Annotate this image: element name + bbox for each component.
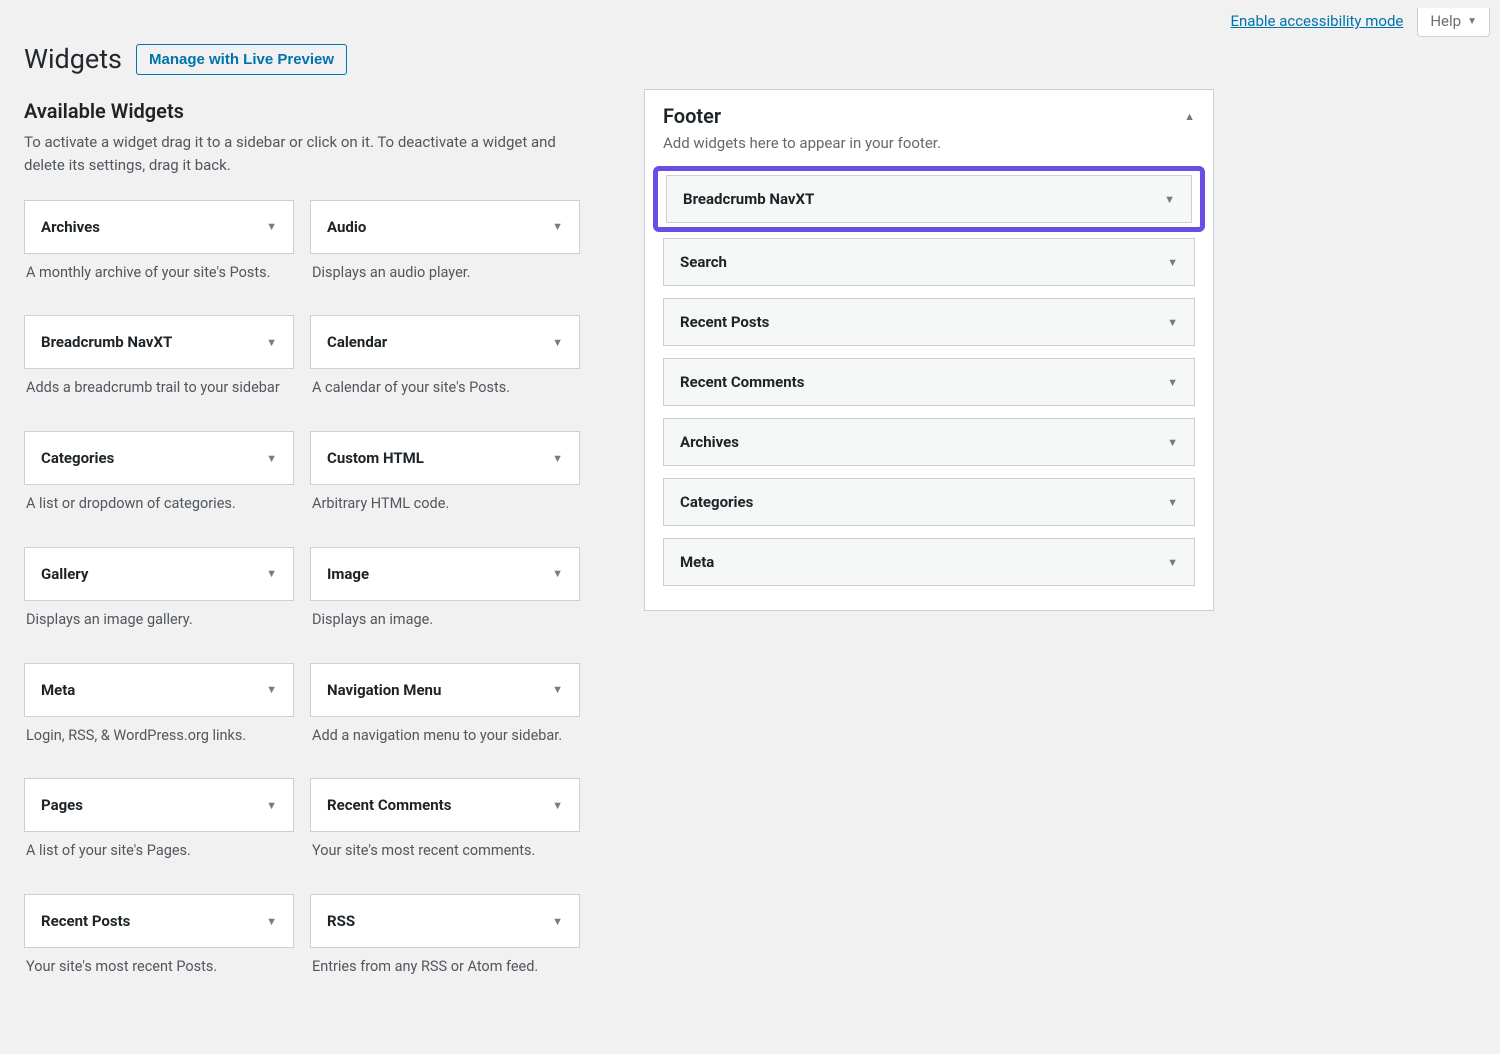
chevron-down-icon: ▼ xyxy=(1167,316,1178,329)
available-widget-image[interactable]: Image ▼ xyxy=(310,547,580,601)
available-widget-navigation-menu[interactable]: Navigation Menu ▼ xyxy=(310,663,580,717)
widget-description: Adds a breadcrumb trail to your sidebar xyxy=(26,377,292,399)
widget-name: Breadcrumb NavXT xyxy=(683,190,814,208)
widget-description: Entries from any RSS or Atom feed. xyxy=(312,956,578,978)
chevron-down-icon: ▼ xyxy=(266,220,277,233)
widget-name: Custom HTML xyxy=(327,449,424,467)
enable-accessibility-link[interactable]: Enable accessibility mode xyxy=(1230,8,1403,30)
widget-name: Audio xyxy=(327,218,366,236)
available-widget-meta[interactable]: Meta ▼ xyxy=(24,663,294,717)
chevron-down-icon: ▼ xyxy=(552,799,563,812)
widget-description: Add a navigation menu to your sidebar. xyxy=(312,725,578,747)
help-label: Help xyxy=(1430,12,1461,30)
chevron-down-icon: ▼ xyxy=(1167,376,1178,389)
available-widget-recent-posts[interactable]: Recent Posts ▼ xyxy=(24,894,294,948)
available-widgets-title: Available Widgets xyxy=(24,99,584,123)
available-widgets-column: Available Widgets To activate a widget d… xyxy=(24,89,584,994)
widget-name: Recent Comments xyxy=(327,796,451,814)
chevron-up-icon[interactable]: ▲ xyxy=(1184,110,1195,123)
widget-name: Archives xyxy=(41,218,100,236)
widget-description: A list or dropdown of categories. xyxy=(26,493,292,515)
widget-description: Displays an image gallery. xyxy=(26,609,292,631)
widget-area-title: Footer xyxy=(663,104,721,128)
widget-area-column: Footer ▲ Add widgets here to appear in y… xyxy=(644,89,1214,611)
manage-live-preview-button[interactable]: Manage with Live Preview xyxy=(136,44,347,75)
chevron-down-icon: ▼ xyxy=(1167,556,1178,569)
chevron-down-icon: ▼ xyxy=(266,567,277,580)
widget-description: Login, RSS, & WordPress.org links. xyxy=(26,725,292,747)
widget-name: Pages xyxy=(41,796,83,814)
area-widget-meta[interactable]: Meta ▼ xyxy=(663,538,1195,586)
available-widget-rss[interactable]: RSS ▼ xyxy=(310,894,580,948)
widget-description: A list of your site's Pages. xyxy=(26,840,292,862)
widget-description: Your site's most recent comments. xyxy=(312,840,578,862)
area-widget-search[interactable]: Search ▼ xyxy=(663,238,1195,286)
available-widget-audio[interactable]: Audio ▼ xyxy=(310,200,580,254)
available-widgets-description: To activate a widget drag it to a sideba… xyxy=(24,131,584,178)
widget-name: Archives xyxy=(680,433,739,451)
chevron-down-icon: ▼ xyxy=(552,336,563,349)
widget-name: Breadcrumb NavXT xyxy=(41,333,172,351)
chevron-down-icon: ▼ xyxy=(266,915,277,928)
widget-description: Arbitrary HTML code. xyxy=(312,493,578,515)
widget-name: Categories xyxy=(680,493,753,511)
chevron-down-icon: ▼ xyxy=(552,567,563,580)
widget-description: Your site's most recent Posts. xyxy=(26,956,292,978)
chevron-down-icon: ▼ xyxy=(266,799,277,812)
widget-name: Search xyxy=(680,253,727,271)
chevron-down-icon: ▼ xyxy=(1167,436,1178,449)
chevron-down-icon: ▼ xyxy=(266,336,277,349)
available-widget-pages[interactable]: Pages ▼ xyxy=(24,778,294,832)
widget-description: A monthly archive of your site's Posts. xyxy=(26,262,292,284)
area-widget-archives[interactable]: Archives ▼ xyxy=(663,418,1195,466)
help-toggle-button[interactable]: Help ▼ xyxy=(1417,8,1490,37)
chevron-down-icon: ▼ xyxy=(552,915,563,928)
chevron-down-icon: ▼ xyxy=(552,683,563,696)
chevron-down-icon: ▼ xyxy=(1167,496,1178,509)
area-widget-breadcrumb-navxt[interactable]: Breadcrumb NavXT ▼ xyxy=(666,175,1192,223)
chevron-down-icon: ▼ xyxy=(1467,16,1477,27)
widget-name: Categories xyxy=(41,449,114,467)
available-widget-archives[interactable]: Archives ▼ xyxy=(24,200,294,254)
page-title: Widgets xyxy=(24,43,122,75)
widget-name: Meta xyxy=(680,553,714,571)
available-widget-custom-html[interactable]: Custom HTML ▼ xyxy=(310,431,580,485)
widget-name: Gallery xyxy=(41,565,88,583)
widget-description: Displays an audio player. xyxy=(312,262,578,284)
widget-description: A calendar of your site's Posts. xyxy=(312,377,578,399)
available-widget-gallery[interactable]: Gallery ▼ xyxy=(24,547,294,601)
area-widget-categories[interactable]: Categories ▼ xyxy=(663,478,1195,526)
widget-description: Displays an image. xyxy=(312,609,578,631)
available-widget-recent-comments[interactable]: Recent Comments ▼ xyxy=(310,778,580,832)
widget-name: RSS xyxy=(327,912,355,930)
area-widget-recent-comments[interactable]: Recent Comments ▼ xyxy=(663,358,1195,406)
chevron-down-icon: ▼ xyxy=(266,452,277,465)
available-widget-categories[interactable]: Categories ▼ xyxy=(24,431,294,485)
widget-name: Image xyxy=(327,565,369,583)
widget-name: Recent Comments xyxy=(680,373,804,391)
chevron-down-icon: ▼ xyxy=(1167,256,1178,269)
chevron-down-icon: ▼ xyxy=(266,683,277,696)
widget-name: Navigation Menu xyxy=(327,681,441,699)
widget-area-footer: Footer ▲ Add widgets here to appear in y… xyxy=(644,89,1214,611)
widget-area-description: Add widgets here to appear in your foote… xyxy=(645,128,1213,166)
chevron-down-icon: ▼ xyxy=(1164,193,1175,206)
available-widget-breadcrumb-navxt[interactable]: Breadcrumb NavXT ▼ xyxy=(24,315,294,369)
widget-name: Calendar xyxy=(327,333,387,351)
widget-name: Recent Posts xyxy=(680,313,769,331)
chevron-down-icon: ▼ xyxy=(552,452,563,465)
widget-name: Meta xyxy=(41,681,75,699)
widget-name: Recent Posts xyxy=(41,912,130,930)
area-widget-recent-posts[interactable]: Recent Posts ▼ xyxy=(663,298,1195,346)
highlighted-widget-wrapper: Breadcrumb NavXT ▼ xyxy=(653,166,1205,232)
available-widget-calendar[interactable]: Calendar ▼ xyxy=(310,315,580,369)
chevron-down-icon: ▼ xyxy=(552,220,563,233)
